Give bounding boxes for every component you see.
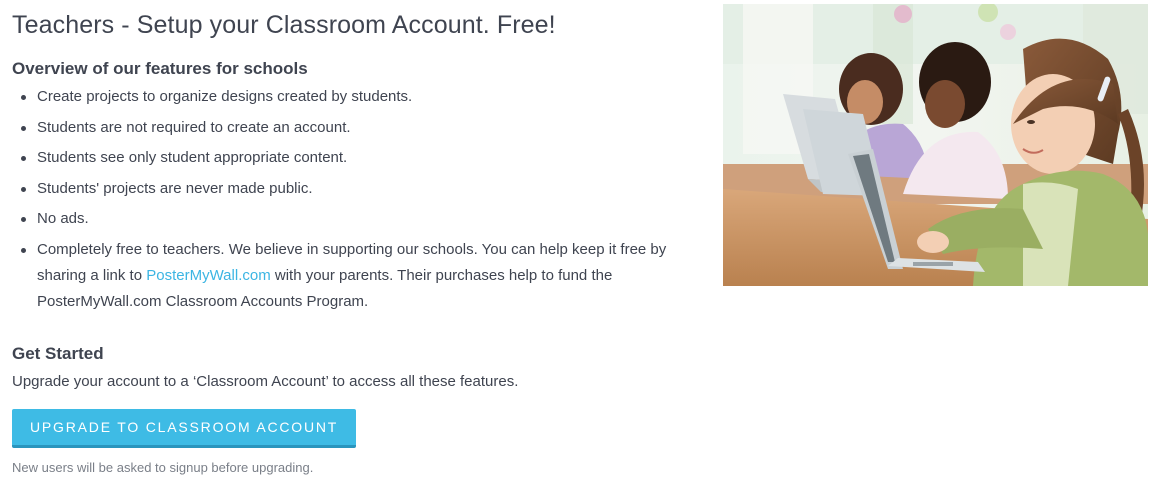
bullet-icon <box>21 95 26 100</box>
page-title: Teachers - Setup your Classroom Account.… <box>12 11 556 39</box>
postermywall-link[interactable]: PosterMyWall.com <box>146 267 270 284</box>
page: Teachers - Setup your Classroom Account.… <box>0 0 1161 485</box>
get-started-description: Upgrade your account to a ‘Classroom Acc… <box>12 372 519 390</box>
get-started-section: Get Started Upgrade your account to a ‘C… <box>12 343 702 476</box>
feature-text: Create projects to organize designs crea… <box>37 88 413 105</box>
list-item: No ads. <box>12 206 702 232</box>
bullet-icon <box>21 186 26 192</box>
list-item: Create projects to organize designs crea… <box>12 84 702 110</box>
main-content: Teachers - Setup your Classroom Account.… <box>12 8 702 476</box>
bullet-icon <box>21 125 26 131</box>
list-item: Students' projects are never made public… <box>12 176 702 202</box>
signup-note: New users will be asked to signup before… <box>12 459 314 475</box>
feature-text: Students see only student appropriate co… <box>37 149 348 166</box>
list-item: Completely free to teachers. We believe … <box>12 237 702 315</box>
feature-text: Students' projects are never made public… <box>37 179 313 197</box>
bullet-icon <box>21 156 26 161</box>
bullet-icon <box>21 217 26 222</box>
feature-text: No ads. <box>37 210 89 227</box>
feature-text: Students are not required to create an a… <box>37 118 351 136</box>
overview-heading: Overview of our features for schools <box>12 59 308 78</box>
bullet-icon <box>21 247 26 253</box>
classroom-photo <box>723 4 1148 286</box>
features-list: Create projects to organize designs crea… <box>12 84 702 315</box>
get-started-heading: Get Started <box>12 343 104 363</box>
list-item: Students see only student appropriate co… <box>12 145 702 171</box>
list-item: Students are not required to create an a… <box>12 115 702 141</box>
upgrade-to-classroom-account-button[interactable]: UPGRADE TO CLASSROOM ACCOUNT <box>12 408 357 448</box>
